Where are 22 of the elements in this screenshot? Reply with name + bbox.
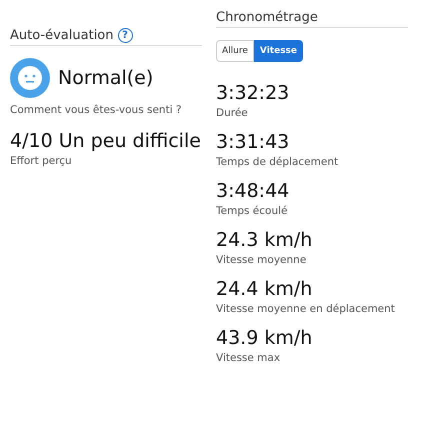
stat-label: Temps de déplacement: [216, 156, 340, 168]
feeling-value: Normal(e): [58, 67, 154, 89]
stat-value: 3:31:43: [216, 131, 290, 153]
stat-value: 24.4 km/h: [216, 278, 314, 300]
section-title: Chronométrage: [216, 10, 318, 25]
stat-value: 43.9 km/h: [216, 327, 314, 349]
help-icon[interactable]: ?: [118, 28, 132, 43]
stat-label: Vitesse moyenne en déplacement: [216, 303, 396, 315]
stat-label: Vitesse max: [216, 352, 282, 364]
stat-label: Vitesse moyenne: [216, 254, 308, 266]
toggle-tab[interactable]: Allure: [216, 40, 254, 62]
section-title: Auto-évaluation: [10, 28, 114, 43]
stat-value: 24.3 km/h: [216, 229, 314, 251]
stat-label: Temps écoulé: [216, 205, 288, 217]
stat-value: 3:48:44: [216, 180, 290, 202]
effort-value: 4/10 Un peu difficile: [10, 130, 202, 152]
toggle-tab[interactable]: Vitesse: [254, 40, 304, 62]
stat-label: Durée: [216, 107, 249, 119]
stat-value: 3:32:23: [216, 82, 290, 104]
neutral-face-icon: [10, 58, 50, 98]
feeling-label: Comment vous êtes-vous senti ?: [10, 104, 183, 116]
effort-label: Effort perçu: [10, 155, 73, 167]
